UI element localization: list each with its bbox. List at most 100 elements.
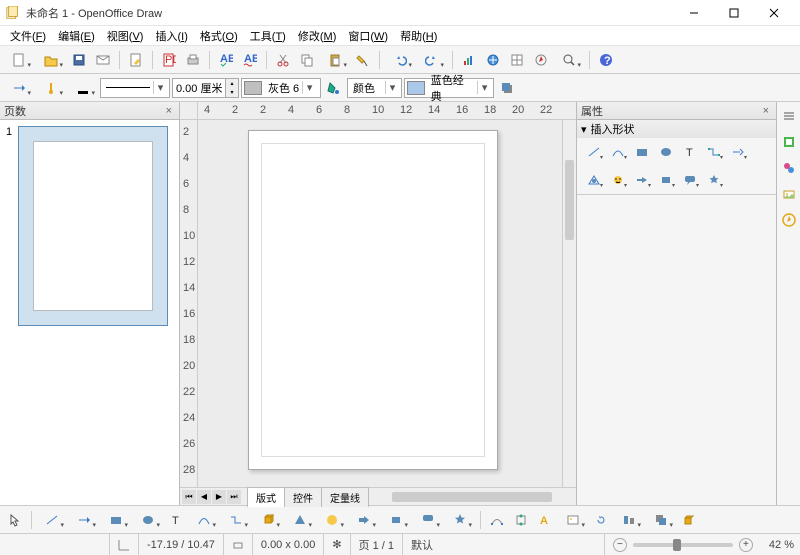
zoom-button[interactable] <box>554 49 584 71</box>
insert-shape-section-header[interactable]: ▾ 插入形状 <box>577 120 776 138</box>
menu-file[interactable]: 文件(F) <box>4 26 52 46</box>
gluepoints-tool[interactable] <box>510 509 532 531</box>
spin-up[interactable]: ▴ <box>226 79 238 88</box>
arrow-style-button[interactable] <box>4 77 34 99</box>
menu-tools[interactable]: 工具(T) <box>244 26 292 46</box>
curve-shape-button[interactable] <box>607 142 629 162</box>
auto-spellcheck-button[interactable]: ABC <box>239 49 261 71</box>
rotate-tool[interactable] <box>590 509 612 531</box>
minimize-button[interactable] <box>674 1 714 25</box>
fill-color-combo[interactable]: 灰色 6 ▾ <box>241 78 321 98</box>
print-button[interactable] <box>182 49 204 71</box>
fill-type-combo[interactable]: 颜色 ▾ <box>347 78 402 98</box>
navigator-button[interactable] <box>530 49 552 71</box>
basic-shapes-button[interactable] <box>583 170 605 190</box>
chart-button[interactable] <box>458 49 480 71</box>
line-shape-button[interactable] <box>583 142 605 162</box>
vertical-ruler[interactable]: 246810121416182022242628 <box>180 120 198 487</box>
text-shape-button[interactable]: T <box>679 142 701 162</box>
select-tool[interactable] <box>4 509 26 531</box>
shadow-button[interactable] <box>496 77 518 99</box>
zoom-value[interactable]: 42 % <box>761 534 800 555</box>
from-file-tool[interactable] <box>558 509 588 531</box>
zoom-in-button[interactable]: + <box>739 538 753 552</box>
text-tool[interactable]: T <box>165 509 187 531</box>
cut-button[interactable] <box>272 49 294 71</box>
callouts-tool[interactable] <box>413 509 443 531</box>
menu-format[interactable]: 格式(O) <box>194 26 244 46</box>
last-page-button[interactable]: ⏭ <box>227 490 241 504</box>
stars-tool[interactable] <box>445 509 475 531</box>
hyperlink-button[interactable] <box>482 49 504 71</box>
help-button[interactable]: ? <box>595 49 617 71</box>
ellipse-shape-button[interactable] <box>655 142 677 162</box>
menu-help[interactable]: 帮助(H) <box>394 26 443 46</box>
3d-tool[interactable] <box>253 509 283 531</box>
extrusion-tool[interactable] <box>678 509 700 531</box>
gallery-deck-icon[interactable] <box>779 184 799 204</box>
paste-button[interactable] <box>320 49 350 71</box>
pages-panel-close[interactable]: × <box>163 105 175 117</box>
page-canvas[interactable] <box>248 130 498 470</box>
export-pdf-button[interactable]: PDF <box>158 49 180 71</box>
navigator-deck-icon[interactable] <box>779 210 799 230</box>
fontwork-tool[interactable]: A <box>534 509 556 531</box>
collapse-icon[interactable]: ▾ <box>581 123 587 136</box>
styles-deck-icon[interactable] <box>779 158 799 178</box>
maximize-button[interactable] <box>714 1 754 25</box>
flowchart-tool[interactable] <box>381 509 411 531</box>
save-button[interactable] <box>68 49 90 71</box>
ellipse-tool[interactable] <box>133 509 163 531</box>
connector-shape-button[interactable] <box>703 142 725 162</box>
email-button[interactable] <box>92 49 114 71</box>
zoom-slider[interactable] <box>633 543 733 547</box>
sidebar-menu-icon[interactable] <box>779 106 799 126</box>
symbol-shapes-tool[interactable] <box>317 509 347 531</box>
line-color-button[interactable] <box>68 77 98 99</box>
area-button[interactable] <box>323 77 345 99</box>
redo-button[interactable] <box>417 49 447 71</box>
menu-edit[interactable]: 编辑(E) <box>52 26 101 46</box>
arrange-tool[interactable] <box>646 509 676 531</box>
format-paintbrush-button[interactable] <box>352 49 374 71</box>
new-button[interactable] <box>4 49 34 71</box>
first-page-button[interactable]: ⏮ <box>182 490 196 504</box>
arrow-shape-dropdown[interactable] <box>727 142 749 162</box>
table-button[interactable] <box>506 49 528 71</box>
tab-dimlines[interactable]: 定量线 <box>321 487 369 507</box>
next-page-button[interactable]: ▶ <box>212 490 226 504</box>
copy-button[interactable] <box>296 49 318 71</box>
undo-button[interactable] <box>385 49 415 71</box>
menu-view[interactable]: 视图(V) <box>101 26 150 46</box>
properties-panel-close[interactable]: × <box>760 105 772 117</box>
line-width-input[interactable] <box>173 82 225 94</box>
spin-down[interactable]: ▾ <box>226 88 238 97</box>
vertical-scrollbar[interactable] <box>562 120 576 487</box>
flowchart-button[interactable] <box>655 170 677 190</box>
block-arrows-tool[interactable] <box>349 509 379 531</box>
callouts-button[interactable] <box>679 170 701 190</box>
prev-page-button[interactable]: ◀ <box>197 490 211 504</box>
close-button[interactable] <box>754 1 794 25</box>
page-thumbnail-1[interactable]: 1 <box>6 126 173 326</box>
line-ends-button[interactable] <box>36 77 66 99</box>
points-tool[interactable] <box>486 509 508 531</box>
align-tool[interactable] <box>614 509 644 531</box>
block-arrows-button[interactable] <box>631 170 653 190</box>
properties-deck-icon[interactable] <box>779 132 799 152</box>
spellcheck-button[interactable]: ABC <box>215 49 237 71</box>
line-width-spinner[interactable]: ▴▾ <box>172 78 239 98</box>
arrow-tool[interactable] <box>69 509 99 531</box>
connector-tool[interactable] <box>221 509 251 531</box>
shadow-color-combo[interactable]: 蓝色经典 ▾ <box>404 78 494 98</box>
line-tool[interactable] <box>37 509 67 531</box>
line-style-combo[interactable]: ▾ <box>100 78 170 98</box>
tab-layout[interactable]: 版式 <box>247 487 285 507</box>
horizontal-ruler[interactable]: 42246810121416182022 <box>198 102 576 119</box>
curve-tool[interactable] <box>189 509 219 531</box>
basic-shapes-tool[interactable] <box>285 509 315 531</box>
horizontal-scrollbar[interactable] <box>372 491 572 503</box>
stars-button[interactable] <box>703 170 725 190</box>
drawing-surface[interactable] <box>198 120 562 487</box>
edit-file-button[interactable] <box>125 49 147 71</box>
